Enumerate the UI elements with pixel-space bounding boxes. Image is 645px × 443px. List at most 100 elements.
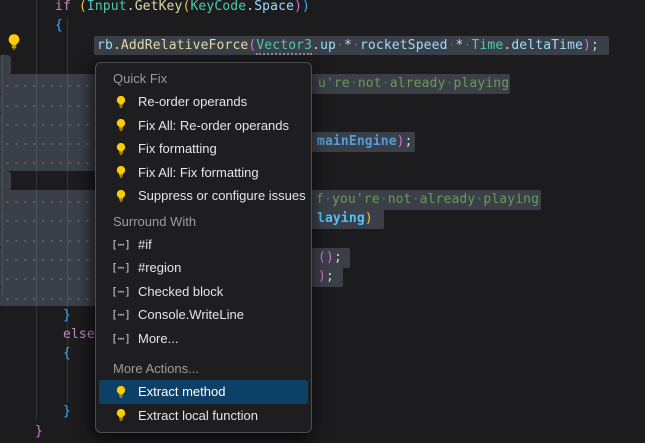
indent-guide (2, 54, 3, 296)
menu-item-fix-formatting[interactable]: Fix formatting (99, 137, 308, 161)
code-token: ; (591, 38, 599, 53)
menu-section: More Actions... Extract method Extract loc… (96, 358, 311, 427)
code-token: Space (254, 0, 294, 14)
code-token: · (350, 76, 358, 91)
code-token: rb (97, 38, 113, 53)
quick-fix-menu: Quick FixRe-order operandsFix All: Re-or… (95, 62, 312, 433)
whitespace-dots (1, 199, 94, 203)
menu-item-fix-all-re-order-operands[interactable]: Fix All: Re-order operands (99, 114, 308, 138)
code-token: GetKey (135, 0, 183, 14)
code-token: . (113, 38, 121, 53)
code-token: * (344, 38, 352, 53)
code-token: playing (453, 76, 509, 91)
whitespace-dots (1, 141, 94, 145)
lightbulb-icon (111, 165, 131, 179)
code-line[interactable]: (); (318, 248, 342, 267)
code-line[interactable]: mainEngine); (317, 132, 413, 151)
lightbulb-icon (111, 118, 131, 132)
code-line[interactable]: } (63, 306, 71, 325)
code-token: ; (326, 269, 334, 284)
menu-section-header: More Actions... (96, 358, 311, 380)
code-token: ) (365, 211, 373, 226)
menu-item-extract-method[interactable]: Extract method (99, 380, 308, 404)
code-line[interactable]: ); (318, 267, 334, 286)
whitespace-dots (1, 160, 94, 164)
code-line[interactable]: u're·not·already·playing (318, 74, 509, 93)
menu-item-re-order-operands[interactable]: Re-order operands (99, 90, 308, 114)
code-token: { (55, 18, 63, 33)
code-token: Time (471, 38, 503, 53)
code-token: · (336, 38, 344, 53)
menu-item-extract-local-function[interactable]: Extract local function (99, 404, 308, 428)
surround-with-icon: [⋯] (111, 238, 131, 251)
menu-item-more[interactable]: [⋯]More... (99, 327, 308, 351)
code-token: playing (483, 192, 539, 207)
code-token: not (388, 192, 412, 207)
code-token: already (420, 192, 476, 207)
menu-item-checked-block[interactable]: [⋯]Checked block (99, 280, 308, 304)
code-token: ) (326, 250, 334, 265)
code-line[interactable]: else (63, 325, 95, 344)
code-line[interactable]: f·you're·not·already·playing (316, 190, 539, 209)
code-token: not (358, 76, 382, 91)
menu-item-label: #if (138, 237, 152, 252)
whitespace-dots (1, 218, 94, 222)
code-token: · (380, 192, 388, 207)
lightbulb-icon[interactable] (5, 33, 23, 51)
whitespace-dots (1, 257, 94, 261)
whitespace-dots (1, 238, 94, 242)
lightbulb-icon (111, 95, 131, 109)
menu-item-label: Extract method (138, 384, 225, 399)
lightbulb-icon (111, 408, 131, 422)
code-token: you're (332, 192, 380, 207)
code-token: . (312, 38, 320, 53)
code-line[interactable]: { (63, 344, 71, 363)
code-line[interactable]: } (35, 422, 43, 441)
menu-item-label: Fix All: Re-order operands (138, 118, 289, 133)
whitespace-dots (1, 122, 94, 126)
menu-item-suppress-or-configure-issues[interactable]: Suppress or configure issues (99, 184, 308, 208)
code-token: · (412, 192, 420, 207)
code-token: ( (318, 250, 326, 265)
lightbulb-icon (111, 142, 131, 156)
code-line[interactable]: rb.AddRelativeForce(Vector3.up·*·rocketS… (97, 36, 599, 55)
code-token: mainEngine (317, 134, 397, 149)
code-token: ; (334, 250, 342, 265)
code-token: ) (302, 0, 310, 14)
whitespace-dots (1, 276, 94, 280)
menu-item-label: Console.WriteLine (138, 307, 244, 322)
indent-guide (36, 0, 37, 420)
code-line[interactable]: laying) (317, 209, 373, 228)
menu-item-label: #region (138, 260, 181, 275)
lightbulb-icon (111, 385, 131, 399)
code-token: ) (583, 38, 591, 53)
code-line[interactable]: { (55, 16, 63, 35)
whitespace-dots (1, 103, 94, 107)
code-token: ( (79, 0, 87, 14)
menu-item-region[interactable]: [⋯]#region (99, 256, 308, 280)
code-token: already (390, 76, 446, 91)
menu-section-header: Surround With (96, 211, 311, 233)
menu-section: Surround With[⋯]#if[⋯]#region[⋯]Checked … (96, 211, 311, 351)
menu-item-label: Re-order operands (138, 94, 247, 109)
code-token: rocketSpeed (360, 38, 448, 53)
code-token: ; (405, 134, 413, 149)
code-token: . (127, 0, 135, 14)
code-token: deltaTime (511, 38, 583, 53)
code-token: u're (318, 76, 350, 91)
code-token (71, 0, 79, 14)
code-token: f (316, 192, 324, 207)
code-token: laying (317, 211, 365, 226)
menu-item-if[interactable]: [⋯] #if (99, 233, 308, 257)
code-line[interactable]: if (Input.GetKey(KeyCode.Space)) (55, 0, 310, 16)
menu-item-console-writeline[interactable]: [⋯]Console.WriteLine (99, 303, 308, 327)
menu-item-label: Suppress or configure issues (138, 188, 306, 203)
code-token: ) (318, 269, 326, 284)
code-token: else (63, 327, 95, 342)
code-line[interactable]: } (63, 402, 71, 421)
surround-with-icon: [⋯] (111, 332, 131, 345)
code-editor: if (Input.GetKey(KeyCode.Space)){rb.AddR… (0, 0, 645, 443)
whitespace-dots (1, 296, 94, 300)
menu-item-fix-all-fix-formatting[interactable]: Fix All: Fix formatting (99, 161, 308, 185)
whitespace-dots (1, 83, 94, 87)
